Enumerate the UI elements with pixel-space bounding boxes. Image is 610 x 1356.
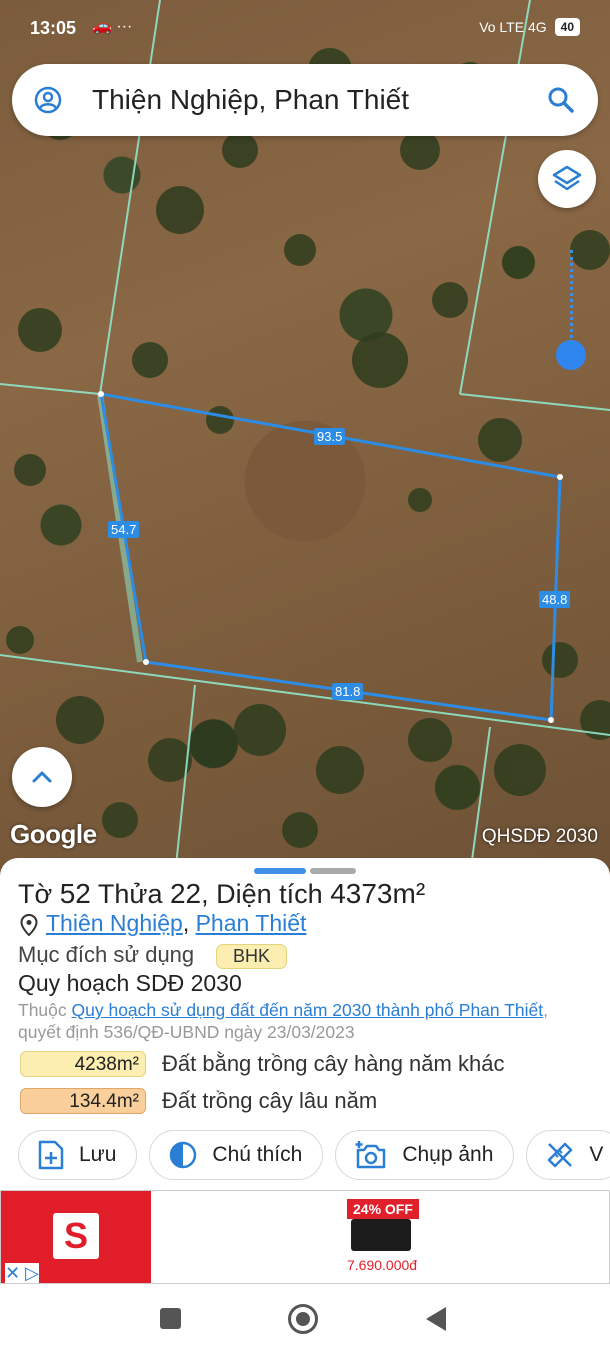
home-icon[interactable] — [288, 1304, 318, 1334]
action-buttons: Lưu Chú thích Chụp ảnh V — [18, 1130, 610, 1180]
edge-length-top: 93.5 — [314, 428, 346, 445]
ad-close-icon[interactable]: ✕ ▷ — [5, 1263, 39, 1283]
plot-number: 22 — [169, 878, 202, 909]
status-bar: 13:05 🚗 ··· Vo LTE 4G 40 — [0, 0, 610, 56]
plan-prefix: Thuộc — [18, 1000, 72, 1020]
ad-discount-badge: 24% OFF — [347, 1199, 419, 1219]
chevron-up-icon — [32, 771, 52, 783]
system-nav-bar — [0, 1284, 610, 1356]
location-pin-icon — [20, 914, 38, 936]
purpose-code-badge[interactable]: BHK — [216, 944, 288, 969]
sheet-handle[interactable] — [310, 868, 356, 874]
edge-length-left: 54.7 — [108, 521, 140, 538]
take-photo-label: Chụp ảnh — [402, 1143, 494, 1166]
back-icon[interactable] — [426, 1307, 446, 1331]
plan-description: Thuộc Quy hoạch sử dụng đất đến năm 2030… — [18, 999, 578, 1043]
ruler-pencil-icon — [548, 1142, 573, 1168]
area-type-label: Đất trồng cây lâu năm — [162, 1088, 378, 1113]
save-label: Lưu — [79, 1143, 117, 1166]
purpose-label: Mục đích sử dụng — [18, 942, 195, 967]
search-icon[interactable] — [546, 85, 576, 115]
ad-logo-mark: S — [53, 1213, 99, 1259]
status-notification-icons: 🚗 ··· — [92, 18, 133, 35]
sheet-number: 52 — [59, 878, 91, 909]
location-link-ward[interactable]: Thiên Nghiệp — [46, 910, 183, 936]
account-icon[interactable] — [34, 86, 62, 114]
take-photo-button[interactable]: Chụp ảnh — [335, 1130, 515, 1180]
layers-icon — [552, 165, 582, 191]
add-file-icon — [38, 1140, 64, 1170]
area-chip: 4238m² — [20, 1051, 146, 1077]
area-chip: 134.4m² — [20, 1088, 146, 1114]
area-type-label: Đất bằng trồng cây hàng năm khác — [162, 1051, 505, 1076]
edge-length-bottom: 81.8 — [332, 683, 364, 700]
title-mid: Thửa — [90, 879, 170, 909]
ad-banner[interactable]: S ✕ ▷ 24% OFF 7.690.000đ — [0, 1190, 610, 1284]
status-right-icons: Vo LTE 4G 40 — [479, 18, 580, 36]
half-circle-icon — [170, 1141, 197, 1169]
search-query[interactable]: Thiện Nghiệp, Phan Thiết — [92, 84, 409, 116]
measure-label: V — [589, 1143, 604, 1166]
status-time: 13:05 — [30, 18, 77, 38]
plan-link[interactable]: Quy hoạch sử dụng đất đến năm 2030 thành… — [72, 1000, 544, 1020]
parcel-area: 4373m² — [330, 878, 426, 909]
title-prefix: Tờ — [18, 879, 60, 909]
zoom-slider-track[interactable] — [570, 250, 573, 350]
sheet-handle-active[interactable] — [254, 868, 306, 874]
add-photo-icon — [355, 1141, 386, 1169]
area-row-annual-crops: 4238m² Đất bằng trồng cây hàng năm khác — [20, 1050, 504, 1078]
location-separator: , — [182, 910, 196, 936]
recents-icon[interactable] — [160, 1308, 181, 1329]
search-bar[interactable]: Thiện Nghiệp, Phan Thiết — [12, 64, 598, 136]
parcel-title: Tờ 52 Thửa 22, Diện tích 4373m² — [18, 878, 425, 910]
ad-price: 7.690.000đ — [347, 1257, 418, 1273]
area-row-perennial: 134.4m² Đất trồng cây lâu năm — [20, 1087, 377, 1115]
plan-title: Quy hoạch SDĐ 2030 — [18, 970, 242, 996]
expand-up-button[interactable] — [12, 747, 72, 807]
title-area-label: , Diện tích — [201, 879, 331, 909]
location-link-city[interactable]: Phan Thiết — [196, 910, 307, 936]
legend-button[interactable]: Chú thích — [149, 1130, 324, 1180]
map-view[interactable]: 93.5 54.7 48.8 81.8 13:05 🚗 ··· Vo LTE 4… — [0, 0, 610, 875]
layers-button[interactable] — [538, 150, 596, 208]
battery-icon: 40 — [554, 18, 580, 36]
zoom-slider-handle[interactable] — [556, 340, 586, 370]
save-button[interactable]: Lưu — [18, 1130, 138, 1180]
google-logo: Google — [10, 819, 97, 849]
legend-label: Chú thích — [212, 1143, 303, 1166]
signal-icon: Vo LTE 4G — [479, 19, 547, 35]
location-links: Thiên Nghiệp, Phan Thiết — [46, 910, 306, 937]
edge-length-right: 48.8 — [539, 591, 571, 608]
ad-product-image[interactable] — [351, 1219, 411, 1251]
measure-button[interactable]: V — [526, 1130, 610, 1180]
parcel-info-sheet: Tờ 52 Thửa 22, Diện tích 4373m² Thiên Ng… — [0, 858, 610, 1188]
map-layer-tag: QHSDĐ 2030 — [481, 826, 598, 847]
